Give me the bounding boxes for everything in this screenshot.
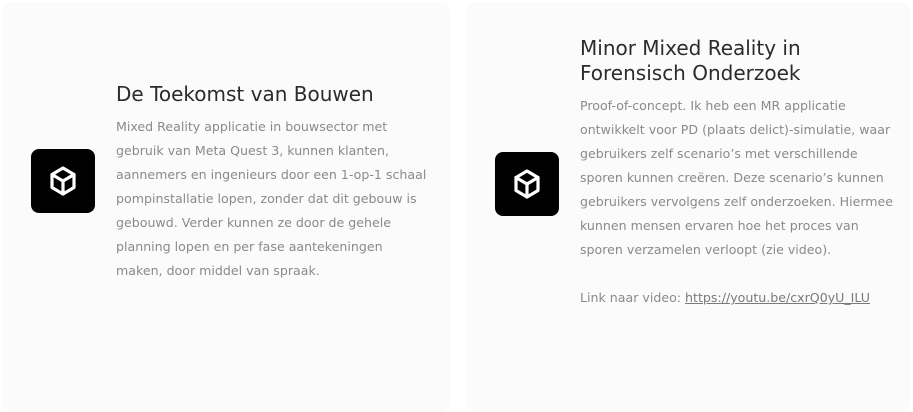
unity-logo-icon (31, 149, 95, 213)
project-card-forensisch: Minor Mixed Reality in Forensisch Onderz… (466, 2, 911, 412)
project-card-bouwen: De Toekomst van Bouwen Mixed Reality app… (2, 2, 451, 412)
card-text: De Toekomst van Bouwen Mixed Reality app… (116, 82, 428, 283)
video-link-prefix: Link naar video: (580, 290, 686, 305)
unity-logo-icon (495, 152, 559, 216)
projects-grid: De Toekomst van Bouwen Mixed Reality app… (0, 0, 913, 412)
card-title: Minor Mixed Reality in Forensisch Onderz… (580, 36, 801, 85)
video-link[interactable]: https://youtu.be/cxrQ0yU_ILU (685, 290, 870, 305)
card-text: Minor Mixed Reality in Forensisch Onderz… (580, 36, 895, 310)
video-link-line: Link naar video: https://youtu.be/cxrQ0y… (580, 286, 895, 310)
card-title: De Toekomst van Bouwen (116, 82, 374, 106)
card-description: Proof-of-concept. Ik heb een MR applicat… (580, 98, 894, 257)
card-description: Mixed Reality applicatie in bouwsector m… (116, 119, 427, 278)
